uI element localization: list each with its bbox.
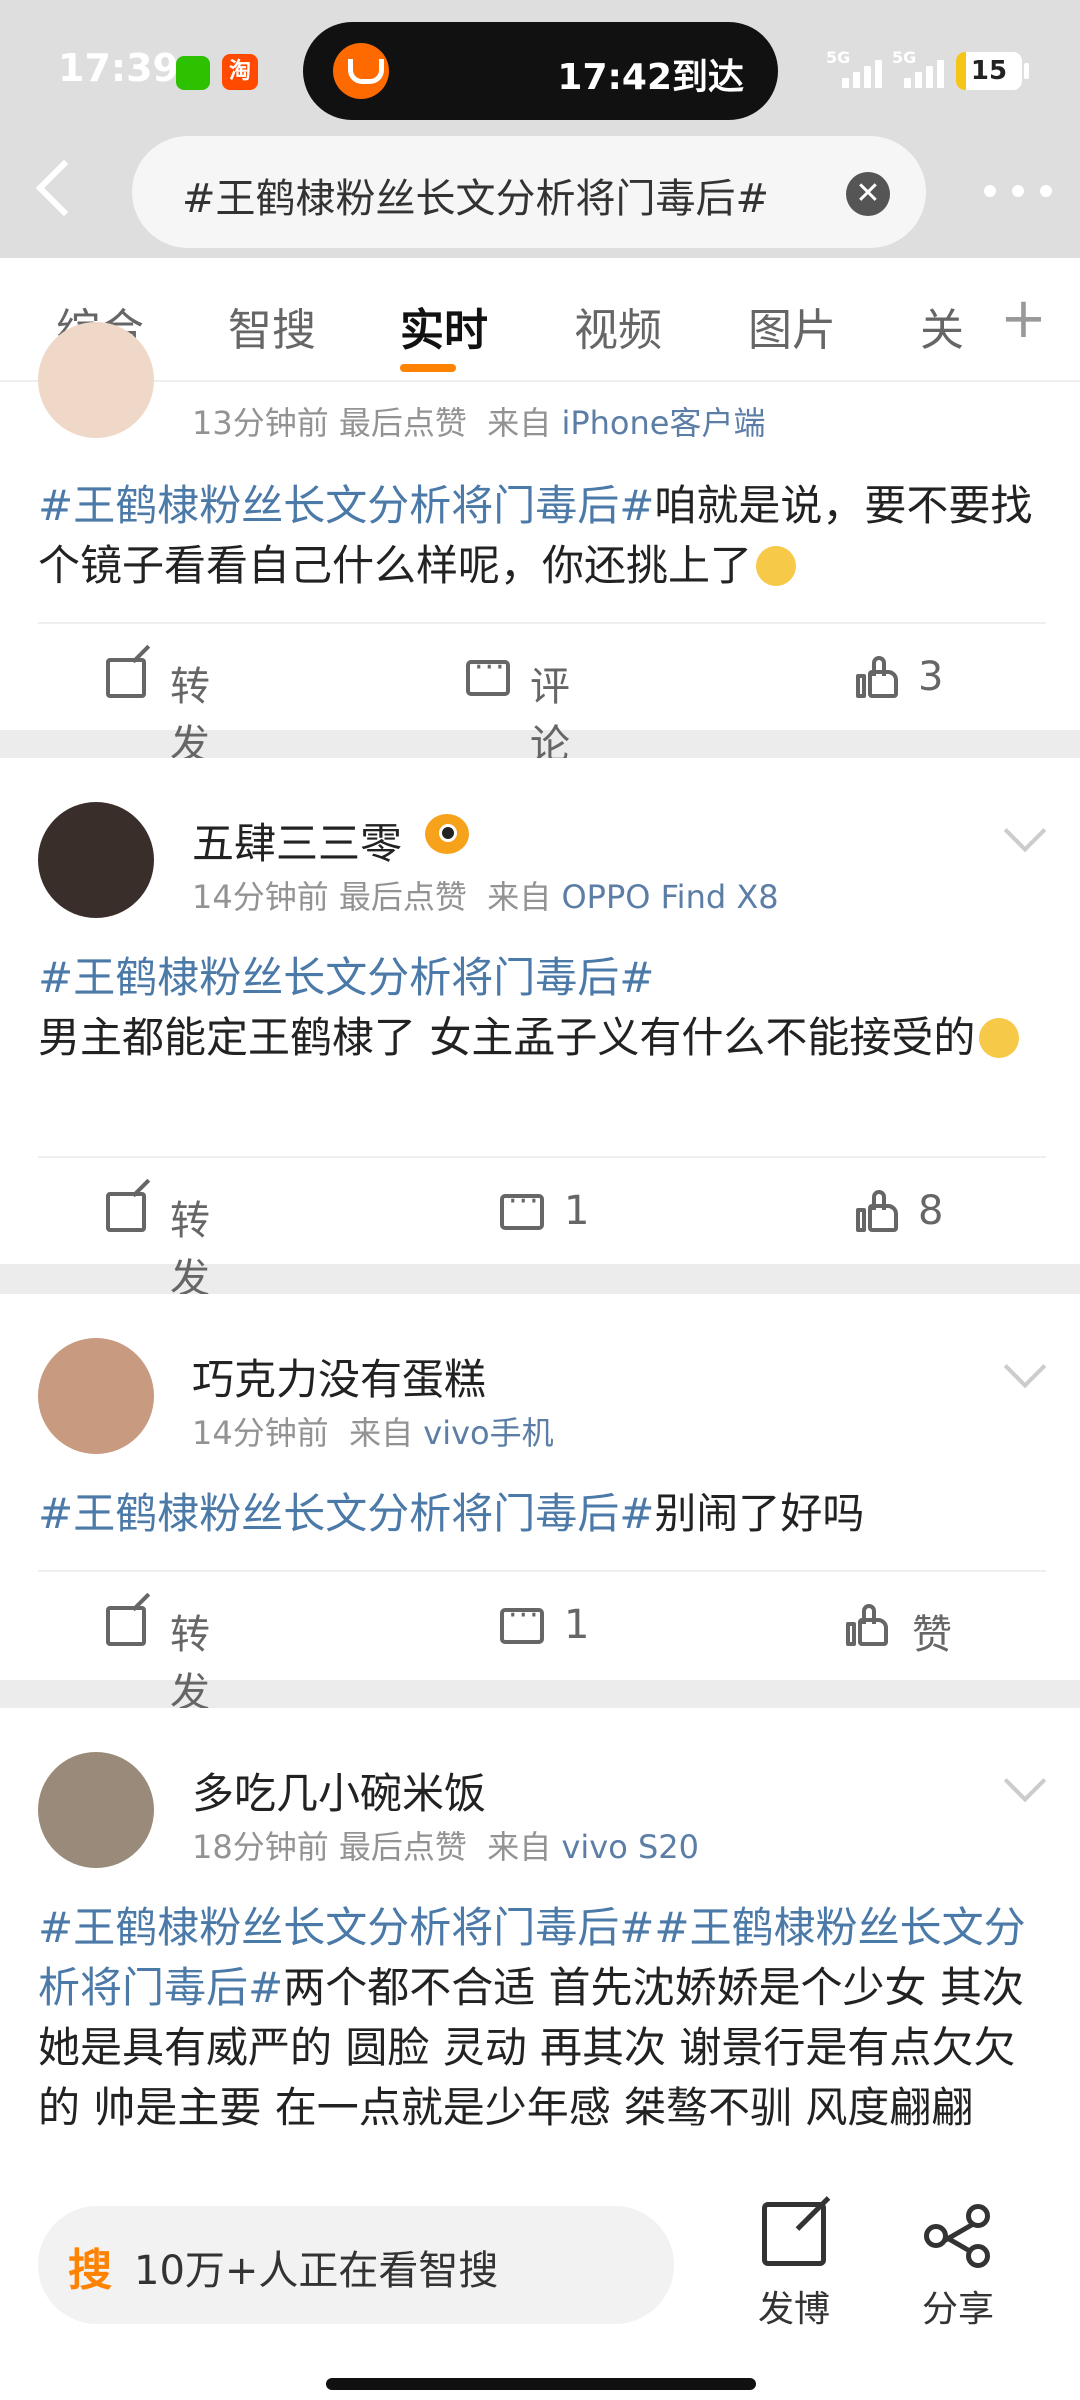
dynamic-island[interactable]: 17:42到达 [303, 22, 778, 120]
compose-icon [762, 2202, 826, 2266]
more-icon[interactable] [984, 185, 1054, 197]
tab-images[interactable]: 图片 [748, 294, 836, 358]
arrival-time: 17:42到达 [557, 57, 744, 98]
avatar[interactable] [38, 802, 154, 918]
repost-icon [106, 1606, 146, 1646]
smart-search-bar[interactable]: 搜 10万+人正在看智搜 [38, 2206, 674, 2324]
post-card[interactable]: 巧克力没有蛋糕 14分钟前 来自 vivo手机 #王鹤棣粉丝长文分析将门毒后#别… [0, 1294, 1080, 1716]
like-icon [846, 1604, 888, 1646]
divider [38, 622, 1046, 624]
topic-link[interactable]: #王鹤棣粉丝长文分析将门毒后# [38, 1489, 654, 1538]
battery-level: 15 [970, 56, 1008, 86]
repost-icon [106, 658, 146, 698]
smart-search-text: 10万+人正在看智搜 [134, 2248, 499, 2294]
post-text[interactable]: #王鹤棣粉丝长文分析将门毒后#别闹了好吗 [38, 1484, 1048, 1544]
post-source[interactable]: vivo S20 [561, 1828, 699, 1866]
thinking-emoji-icon [756, 546, 797, 586]
add-tab-icon[interactable]: + [1000, 286, 1047, 351]
comment-icon [466, 650, 510, 696]
divider [38, 1156, 1046, 1158]
post-text[interactable]: #王鹤棣粉丝长文分析将门毒后##王鹤棣粉丝长文分析将门毒后#两个都不合适 首先沈… [38, 1898, 1048, 2138]
home-indicator[interactable] [326, 2378, 756, 2390]
signal-icon [904, 56, 950, 88]
topic-link[interactable]: #王鹤棣粉丝长文分析将门毒后# [38, 481, 654, 530]
topic-link[interactable]: #王鹤棣粉丝长文分析将门毒后# [38, 953, 654, 1002]
post-meta: 18分钟前 最后点赞 来自 vivo S20 [192, 1828, 699, 1866]
comment-icon [500, 1598, 544, 1644]
chevron-down-icon[interactable] [1003, 1759, 1047, 1803]
username[interactable]: 五肆三三零 [192, 810, 402, 871]
post-source[interactable]: iPhone客户端 [561, 404, 765, 442]
wechat-icon [176, 56, 210, 90]
tab-smart-search[interactable]: 智搜 [228, 294, 316, 358]
active-tab-indicator [400, 364, 456, 372]
post-card[interactable]: 13分钟前 最后点赞 来自 iPhone客户端 #王鹤棣粉丝长文分析将门毒后#咱… [0, 322, 1080, 768]
like-icon [856, 656, 898, 698]
post-label: 发博 [758, 2289, 831, 2330]
avatar[interactable] [38, 322, 154, 438]
taobao-icon: 淘 [222, 54, 258, 90]
username[interactable]: 多吃几小碗米饭 [192, 1760, 486, 1821]
battery-tip [1024, 63, 1029, 79]
post-source[interactable]: vivo手机 [423, 1414, 553, 1452]
tab-follow[interactable]: 关 [920, 294, 964, 358]
smart-search-logo: 搜 [68, 2245, 112, 2296]
status-bar: 17:39 淘 17:42到达 5G 5G 15 [0, 0, 1080, 126]
like-icon [856, 1190, 898, 1232]
signal-icon [842, 56, 888, 88]
chevron-down-icon[interactable] [1003, 1345, 1047, 1389]
post-meta: 14分钟前 最后点赞 来自 OPPO Find X8 [192, 878, 779, 916]
tab-bar: 综合 智搜 实时 视频 图片 关 + [0, 258, 1080, 382]
laughing-crying-emoji-icon [979, 1018, 1020, 1058]
pufferfish-badge-icon [425, 814, 469, 854]
username[interactable]: 巧克力没有蛋糕 [192, 1346, 486, 1407]
tab-realtime[interactable]: 实时 [400, 294, 488, 358]
share-icon [924, 2204, 996, 2270]
tab-video[interactable]: 视频 [574, 294, 662, 358]
post-meta: 14分钟前 来自 vivo手机 [192, 1414, 554, 1452]
search-input[interactable]: #王鹤棣粉丝长文分析将门毒后# ✕ [132, 136, 926, 248]
bottom-bar: 搜 10万+人正在看智搜 发博 分享 [0, 2190, 1080, 2400]
divider [38, 1570, 1046, 1572]
post-text[interactable]: #王鹤棣粉丝长文分析将门毒后#咱就是说，要不要找个镜子看看自己什么样呢，你还挑上… [38, 476, 1048, 596]
avatar[interactable] [38, 1752, 154, 1868]
share-label: 分享 [922, 2289, 995, 2330]
search-query[interactable]: #王鹤棣粉丝长文分析将门毒后# [182, 166, 822, 224]
post-source[interactable]: OPPO Find X8 [561, 878, 778, 916]
post-card[interactable]: 五肆三三零 14分钟前 最后点赞 来自 OPPO Find X8 #王鹤棣粉丝长… [0, 758, 1080, 1302]
avatar[interactable] [38, 1338, 154, 1454]
post-text[interactable]: #王鹤棣粉丝长文分析将门毒后# 男主都能定王鹤棣了 女主孟子义有什么不能接受的 [38, 948, 1048, 1068]
post-card[interactable]: 多吃几小碗米饭 18分钟前 最后点赞 来自 vivo S20 #王鹤棣粉丝长文分… [0, 1708, 1080, 2190]
repost-icon [106, 1192, 146, 1232]
post-meta: 13分钟前 最后点赞 来自 iPhone客户端 [192, 404, 766, 442]
chevron-down-icon[interactable] [1003, 809, 1047, 853]
clear-icon[interactable]: ✕ [846, 172, 890, 216]
status-time: 17:39 [58, 46, 179, 90]
battery-icon: 15 [956, 52, 1022, 90]
comment-icon [500, 1184, 544, 1230]
didi-icon [333, 43, 389, 99]
